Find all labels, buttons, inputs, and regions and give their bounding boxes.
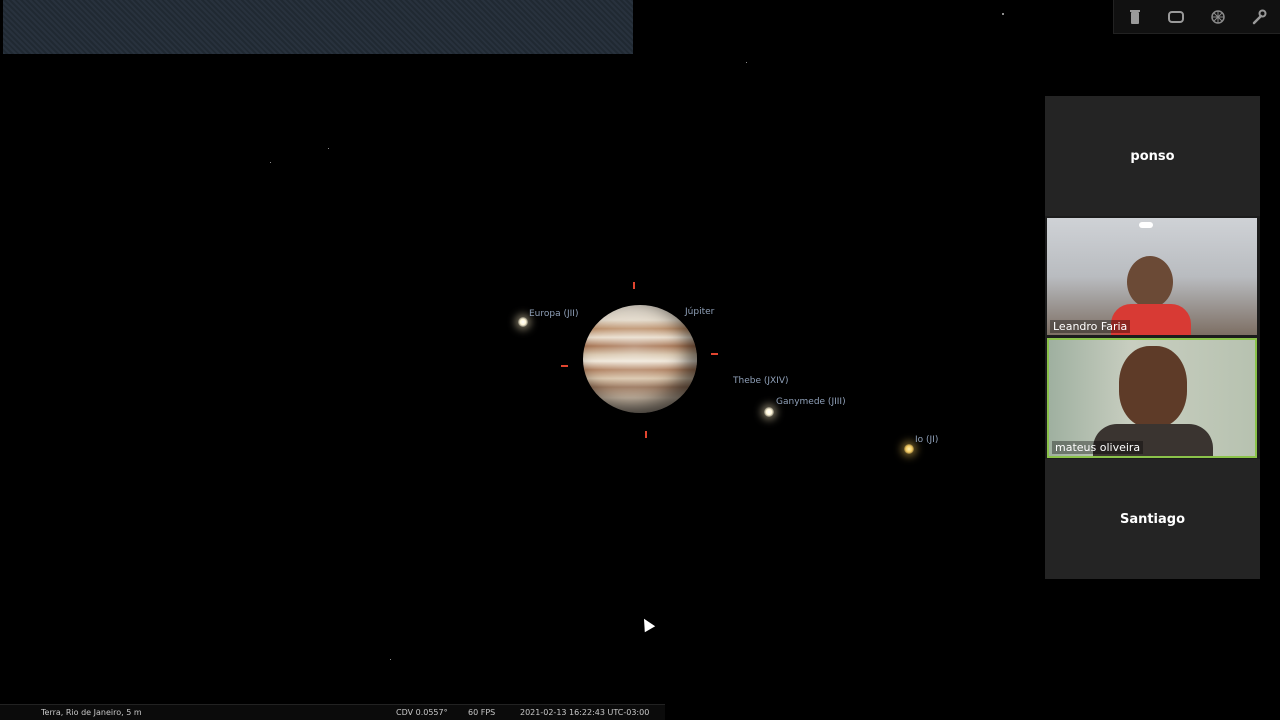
ganymede-moon[interactable]	[764, 407, 774, 417]
trash-icon[interactable]	[1125, 7, 1145, 27]
target-marker-left	[561, 365, 568, 367]
star	[1002, 13, 1004, 15]
europa-label: Europa (JII)	[529, 309, 579, 319]
star	[746, 62, 747, 63]
io-label: Io (JI)	[915, 435, 939, 445]
participant-name: Leandro Faria	[1050, 320, 1131, 333]
location-text: Terra, Rio de Janeiro, 5 m	[41, 708, 142, 717]
thebe-label: Thebe (JXIV)	[733, 376, 789, 386]
jupiter-planet[interactable]	[583, 305, 697, 413]
wrench-icon[interactable]	[1249, 7, 1269, 27]
person-head	[1127, 256, 1173, 308]
participant-video-mateus[interactable]: mateus oliveira	[1047, 338, 1257, 458]
ganymede-label: Ganymede (JIII)	[776, 397, 846, 407]
participant-video-leandro[interactable]: Leandro Faria	[1047, 218, 1257, 335]
screen-icon[interactable]	[1166, 7, 1186, 27]
participant-tile-ponso[interactable]: ponso	[1045, 96, 1260, 216]
participant-name: Santiago	[1119, 511, 1186, 527]
datetime-text: 2021-02-13 16:22:43 UTC-03:00	[520, 708, 650, 717]
person-head	[1119, 346, 1187, 428]
fov-text: CDV 0.0557°	[396, 708, 448, 717]
star	[270, 162, 271, 163]
participant-name: ponso	[1130, 148, 1175, 164]
participants-panel: ponso Leandro Faria mateus oliveira Sant…	[1045, 96, 1260, 579]
target-marker-right	[711, 353, 718, 355]
mouse-cursor	[638, 615, 656, 633]
ceiling-light	[1139, 222, 1153, 228]
participant-name: mateus oliveira	[1052, 441, 1144, 454]
star	[390, 659, 391, 660]
io-moon[interactable]	[904, 444, 914, 454]
star	[328, 148, 329, 149]
participant-tile-santiago[interactable]: Santiago	[1045, 459, 1260, 579]
status-bar: Terra, Rio de Janeiro, 5 m CDV 0.0557° 6…	[0, 704, 665, 720]
target-marker-bottom	[645, 431, 647, 438]
web-icon[interactable]	[1208, 7, 1228, 27]
jupiter-label: Júpiter	[685, 307, 715, 317]
fps-text: 60 FPS	[468, 708, 496, 717]
europa-moon[interactable]	[518, 317, 528, 327]
top-right-toolbar	[1113, 0, 1280, 34]
target-marker-top	[633, 282, 635, 289]
sky-view[interactable]: Júpiter Europa (JII) Thebe (JXIV) Ganyme…	[0, 0, 1040, 705]
